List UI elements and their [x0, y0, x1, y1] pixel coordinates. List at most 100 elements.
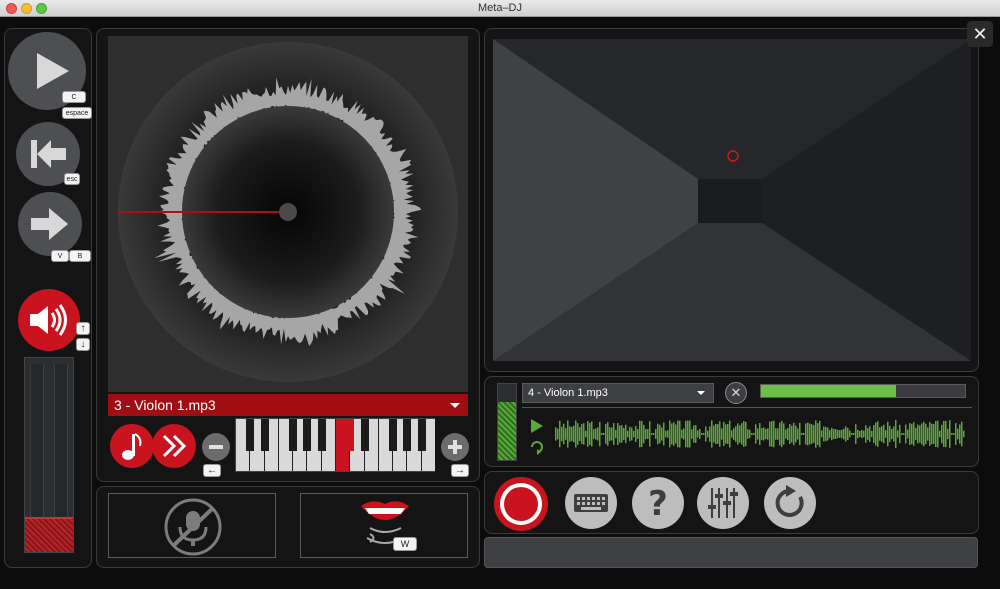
- turntable-panel: 3 - Violon 1.mp3 ← →: [96, 28, 480, 482]
- waveform-bar: [679, 420, 681, 448]
- speech-button[interactable]: W: [300, 493, 468, 558]
- piano-black-key[interactable]: [389, 419, 398, 451]
- waveform-bar: [669, 420, 671, 448]
- record-icon: [500, 483, 542, 525]
- waveform-bar: [897, 430, 899, 438]
- waveform-bar: [575, 420, 577, 448]
- waveform-bar: [847, 427, 849, 441]
- track-select-2[interactable]: 4 - Violon 1.mp3: [522, 383, 714, 403]
- waveform-bar: [701, 433, 703, 435]
- music-note-icon: [122, 433, 142, 460]
- waveform-bar: [811, 424, 813, 444]
- waveform-bar: [627, 430, 629, 438]
- waveform-bar: [587, 421, 589, 447]
- volume-up-key[interactable]: ↑: [76, 322, 90, 335]
- waveform-bar: [647, 429, 649, 439]
- waveform-bar: [841, 429, 843, 439]
- piano-black-key[interactable]: [417, 419, 426, 451]
- keyboard-icon: [574, 494, 608, 512]
- piano-black-key[interactable]: [260, 419, 269, 451]
- clear-track-button[interactable]: ✕: [725, 382, 747, 404]
- volume-slider[interactable]: [24, 357, 74, 553]
- waveform-bar: [763, 427, 765, 441]
- piano-black-key[interactable]: [303, 419, 312, 451]
- mute-mic-button[interactable]: [108, 493, 276, 558]
- stage-view-panel: ✕: [484, 21, 993, 373]
- waveform-bar: [747, 429, 749, 439]
- player2-level-meter: [497, 383, 517, 461]
- waveform-bar: [611, 427, 613, 441]
- waveform-bar: [825, 426, 827, 442]
- player2-progress-bar[interactable]: [760, 384, 966, 398]
- keyboard-button[interactable]: [565, 477, 617, 529]
- waveform-bar: [621, 425, 623, 443]
- back-key-hint: esc: [64, 173, 80, 185]
- octave-down-button[interactable]: [202, 433, 230, 461]
- piano-black-key[interactable]: [246, 419, 255, 451]
- track-select-1[interactable]: 3 - Violon 1.mp3: [108, 394, 468, 416]
- waveform-bar: [903, 433, 905, 435]
- piano-black-key[interactable]: [403, 419, 412, 451]
- waveform-bar: [739, 425, 741, 443]
- waveform-bar: [737, 423, 739, 445]
- waveform-bar: [585, 430, 587, 438]
- fast-forward-button[interactable]: [152, 424, 196, 468]
- waveform-bar: [641, 420, 643, 448]
- waveform-bar: [729, 420, 731, 448]
- waveform-bar: [959, 424, 961, 444]
- turntable-disc[interactable]: [108, 36, 468, 392]
- waveform-bar: [845, 426, 847, 442]
- piano-black-key[interactable]: [346, 419, 355, 451]
- turntable-area[interactable]: [108, 36, 468, 392]
- waveform-bar: [665, 430, 667, 438]
- waveform-bar: [961, 421, 963, 447]
- piano-black-key[interactable]: [360, 419, 369, 451]
- close-icon[interactable]: ✕: [967, 21, 993, 47]
- waveform-bar: [831, 427, 833, 441]
- waveform-bar: [909, 423, 911, 445]
- mixer-button[interactable]: [697, 477, 749, 529]
- waveform-bar: [677, 420, 679, 448]
- octave-up-key: →: [451, 464, 469, 477]
- octave-up-button[interactable]: [441, 433, 469, 461]
- waveform-bar: [827, 427, 829, 441]
- turntable-spindle: [279, 203, 297, 221]
- chevron-down-icon: [697, 391, 705, 395]
- next-button[interactable]: [18, 192, 82, 256]
- waveform-bar: [733, 428, 735, 440]
- piano-keyboard[interactable]: [235, 418, 435, 472]
- waveform-bar: [809, 423, 811, 445]
- waveform-bar: [895, 420, 897, 448]
- speech-key-hint: W: [393, 537, 417, 551]
- reset-button[interactable]: [764, 477, 816, 529]
- play-icon[interactable]: [531, 419, 543, 433]
- piano-black-key[interactable]: [317, 419, 326, 451]
- help-button[interactable]: ?: [632, 477, 684, 529]
- record-button[interactable]: [494, 477, 548, 531]
- waveform-bar: [793, 422, 795, 446]
- waveform-bar: [673, 422, 675, 446]
- waveform-bar: [941, 424, 943, 444]
- reset-icon: [775, 485, 804, 517]
- waveform-bar: [719, 421, 721, 447]
- volume-button[interactable]: [18, 289, 80, 351]
- voice-panel: W: [96, 486, 480, 568]
- waveform-bar: [723, 422, 725, 446]
- volume-down-key[interactable]: ↓: [76, 338, 90, 351]
- note-button[interactable]: [110, 424, 154, 468]
- waveform-bar: [755, 424, 757, 444]
- stage-3d-view[interactable]: [485, 29, 980, 373]
- waveform-bar: [705, 426, 707, 442]
- waveform-bar: [675, 424, 677, 444]
- player2-waveform[interactable]: [555, 414, 967, 454]
- waveform-bar: [671, 423, 673, 445]
- waveform-bar: [947, 428, 949, 440]
- waveform-bar: [595, 428, 597, 440]
- waveform-bar: [945, 420, 947, 448]
- waveform-bar: [711, 420, 713, 448]
- waveform-bar: [927, 427, 929, 441]
- waveform-bar: [571, 426, 573, 442]
- arrow-right-icon: [31, 208, 68, 240]
- piano-black-key[interactable]: [289, 419, 298, 451]
- waveform-bar: [795, 425, 797, 443]
